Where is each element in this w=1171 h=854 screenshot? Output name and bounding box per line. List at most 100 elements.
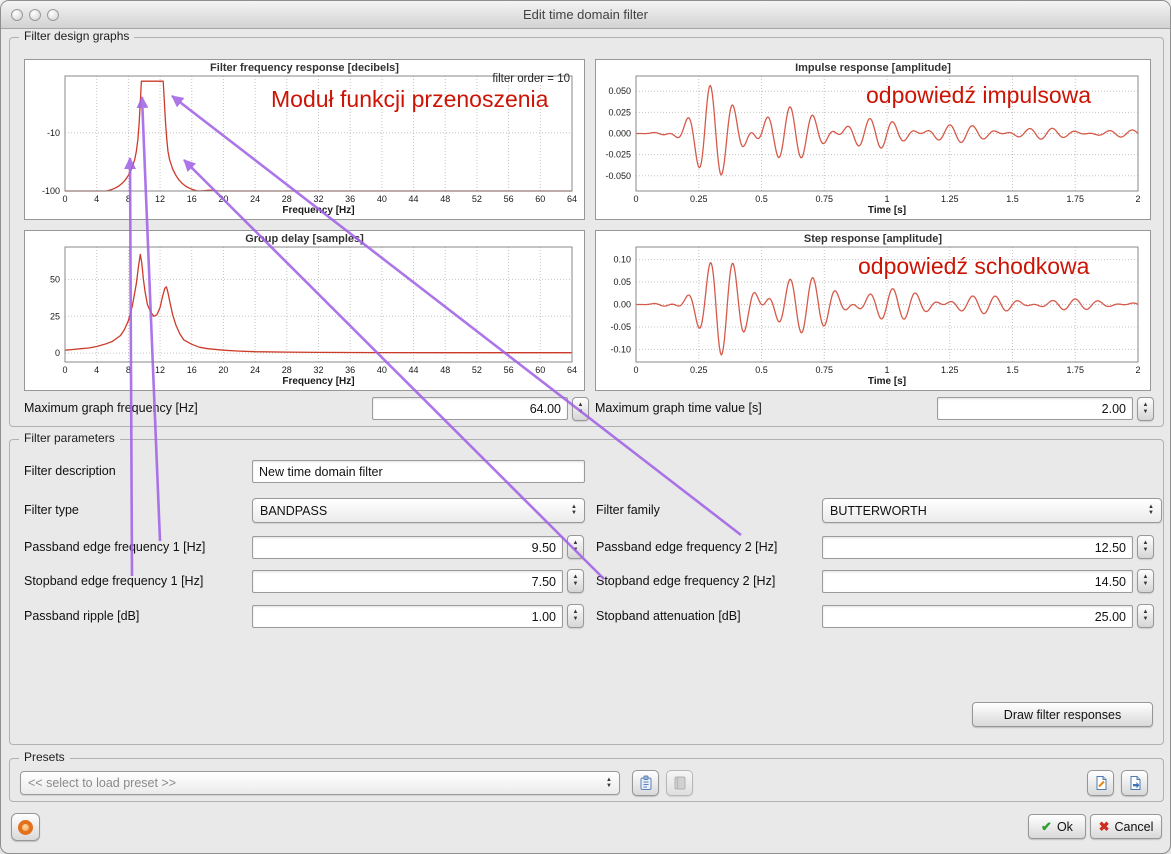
- stepper-up-icon[interactable]: ▲: [578, 403, 584, 408]
- svg-text:50: 50: [50, 274, 60, 284]
- stepper-down-icon[interactable]: ▼: [573, 582, 579, 587]
- stepper-down-icon[interactable]: ▼: [1143, 617, 1149, 622]
- stopband-edge-1-stepper[interactable]: ▲▼: [567, 569, 584, 593]
- step-response-note: odpowiedź schodkowa: [858, 253, 1089, 280]
- svg-text:64: 64: [567, 194, 577, 204]
- presets-group: Presets << select to load preset >> ▲▼: [9, 758, 1164, 802]
- max-graph-frequency-stepper[interactable]: ▲▼: [572, 397, 589, 421]
- cancel-button[interactable]: ✖ Cancel: [1090, 814, 1162, 839]
- passband-edge-1-stepper[interactable]: ▲▼: [567, 535, 584, 559]
- svg-text:0: 0: [55, 348, 60, 358]
- stepper-down-icon[interactable]: ▼: [1143, 548, 1149, 553]
- save-preset-to-file-button[interactable]: [1121, 770, 1148, 796]
- svg-text:0.75: 0.75: [815, 365, 833, 375]
- svg-text:2: 2: [1135, 194, 1140, 204]
- svg-text:48: 48: [440, 194, 450, 204]
- svg-text:-0.050: -0.050: [605, 171, 631, 181]
- svg-text:Group delay [samples]: Group delay [samples]: [245, 233, 364, 245]
- stopband-attenuation-input[interactable]: [822, 605, 1133, 628]
- svg-text:52: 52: [472, 194, 482, 204]
- stopband-attenuation-stepper[interactable]: ▲▼: [1137, 604, 1154, 628]
- max-graph-time-stepper[interactable]: ▲▼: [1137, 397, 1154, 421]
- svg-text:0: 0: [633, 194, 638, 204]
- svg-text:1.75: 1.75: [1066, 365, 1084, 375]
- filter-description-input[interactable]: [252, 460, 585, 483]
- svg-text:40: 40: [377, 194, 387, 204]
- save-preset-button[interactable]: [632, 770, 659, 796]
- help-button[interactable]: [11, 813, 40, 841]
- svg-text:25: 25: [50, 311, 60, 321]
- stepper-up-icon[interactable]: ▲: [1143, 541, 1149, 546]
- passband-ripple-label: Passband ripple [dB]: [24, 609, 139, 623]
- filter-type-select[interactable]: BANDPASS ▲▼: [252, 498, 585, 523]
- impulse-response-note: odpowiedź impulsowa: [866, 82, 1091, 109]
- svg-text:56: 56: [504, 365, 514, 375]
- window-title: Edit time domain filter: [1, 7, 1170, 22]
- stopband-edge-2-stepper[interactable]: ▲▼: [1137, 569, 1154, 593]
- svg-text:36: 36: [345, 365, 355, 375]
- svg-text:-10: -10: [47, 128, 60, 138]
- ok-button-label: Ok: [1057, 820, 1073, 834]
- stepper-down-icon[interactable]: ▼: [573, 617, 579, 622]
- max-graph-frequency-input[interactable]: [372, 397, 568, 420]
- ok-button[interactable]: ✔ Ok: [1028, 814, 1086, 839]
- stepper-down-icon[interactable]: ▼: [1143, 410, 1149, 415]
- combo-arrows-icon: ▲▼: [600, 778, 612, 789]
- passband-edge-2-input[interactable]: [822, 536, 1133, 559]
- delete-preset-button[interactable]: [666, 770, 693, 796]
- stopband-edge-1-label: Stopband edge frequency 1 [Hz]: [24, 574, 203, 588]
- combo-arrows-icon: ▲▼: [1142, 505, 1154, 516]
- stepper-down-icon[interactable]: ▼: [578, 410, 584, 415]
- svg-text:28: 28: [282, 194, 292, 204]
- passband-edge-2-stepper[interactable]: ▲▼: [1137, 535, 1154, 559]
- cancel-button-label: Cancel: [1114, 820, 1153, 834]
- passband-edge-1-label: Passband edge frequency 1 [Hz]: [24, 540, 205, 554]
- filter-type-value: BANDPASS: [260, 504, 327, 518]
- group-delay-chart: 048121620242832364044485256606402550Grou…: [24, 230, 585, 391]
- stepper-down-icon[interactable]: ▼: [1143, 582, 1149, 587]
- stepper-up-icon[interactable]: ▲: [1143, 575, 1149, 580]
- svg-text:20: 20: [218, 365, 228, 375]
- stepper-up-icon[interactable]: ▲: [1143, 610, 1149, 615]
- svg-text:60: 60: [535, 365, 545, 375]
- filter-family-select[interactable]: BUTTERWORTH ▲▼: [822, 498, 1162, 523]
- clipboard-icon: [638, 775, 654, 791]
- document-save-icon: [1127, 775, 1143, 791]
- svg-text:0.25: 0.25: [690, 194, 708, 204]
- svg-text:4: 4: [94, 194, 99, 204]
- svg-text:40: 40: [377, 365, 387, 375]
- stepper-up-icon[interactable]: ▲: [573, 541, 579, 546]
- draw-filter-responses-button[interactable]: Draw filter responses: [972, 702, 1153, 727]
- max-graph-time-label: Maximum graph time value [s]: [595, 401, 762, 415]
- passband-ripple-input[interactable]: [252, 605, 563, 628]
- passband-edge-1-input[interactable]: [252, 536, 563, 559]
- edit-time-domain-filter-dialog: Edit time domain filter Filter design gr…: [0, 0, 1171, 854]
- svg-text:16: 16: [187, 194, 197, 204]
- stepper-up-icon[interactable]: ▲: [573, 575, 579, 580]
- load-preset-from-file-button[interactable]: [1087, 770, 1114, 796]
- svg-text:0.050: 0.050: [608, 86, 631, 96]
- presets-legend: Presets: [19, 750, 70, 764]
- preset-select[interactable]: << select to load preset >> ▲▼: [20, 771, 620, 795]
- svg-text:36: 36: [345, 194, 355, 204]
- svg-text:28: 28: [282, 365, 292, 375]
- svg-text:-0.025: -0.025: [605, 150, 631, 160]
- stepper-down-icon[interactable]: ▼: [573, 548, 579, 553]
- svg-text:1.75: 1.75: [1066, 194, 1084, 204]
- group-delay-plot: 048121620242832364044485256606402550Grou…: [25, 231, 584, 390]
- svg-text:0.25: 0.25: [690, 365, 708, 375]
- passband-ripple-stepper[interactable]: ▲▼: [567, 604, 584, 628]
- stopband-edge-1-input[interactable]: [252, 570, 563, 593]
- stopband-attenuation-label: Stopband attenuation [dB]: [596, 609, 741, 623]
- svg-text:8: 8: [126, 194, 131, 204]
- svg-text:0: 0: [62, 194, 67, 204]
- stepper-up-icon[interactable]: ▲: [573, 610, 579, 615]
- stepper-up-icon[interactable]: ▲: [1143, 403, 1149, 408]
- svg-text:0.000: 0.000: [608, 129, 631, 139]
- max-graph-time-input[interactable]: [937, 397, 1133, 420]
- stopband-edge-2-input[interactable]: [822, 570, 1133, 593]
- svg-text:1: 1: [884, 194, 889, 204]
- filter-order-label: filter order = 10: [492, 73, 570, 85]
- svg-text:Time [s]: Time [s]: [868, 205, 906, 216]
- svg-text:Filter frequency response [dec: Filter frequency response [decibels]: [210, 62, 399, 74]
